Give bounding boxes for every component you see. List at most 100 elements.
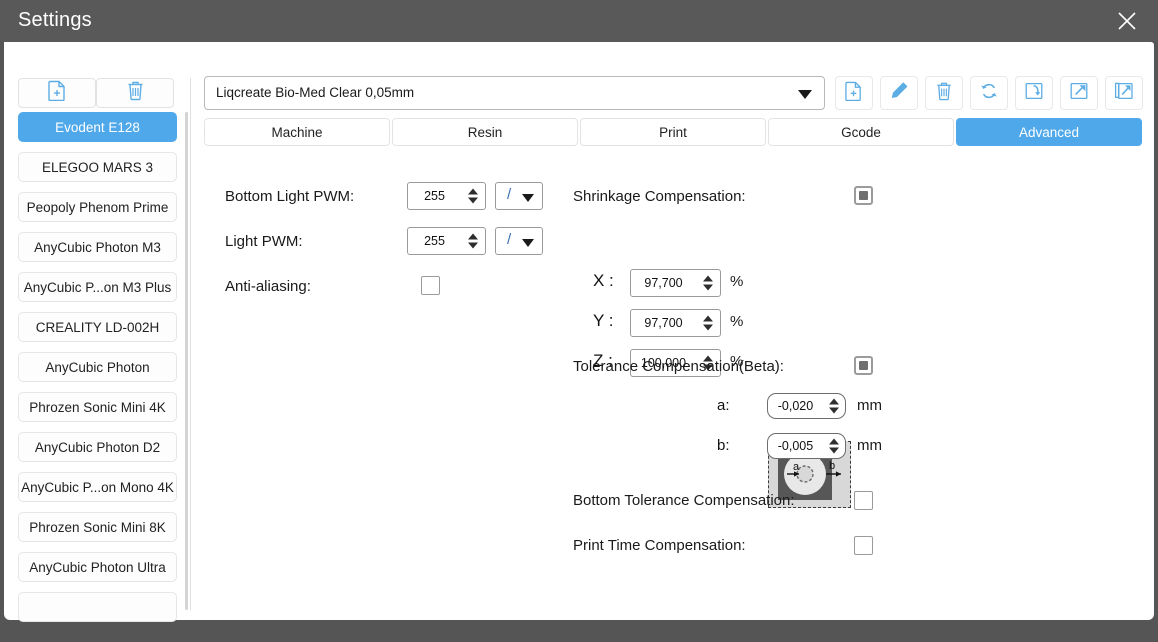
tolerance-a-stepper[interactable]: [829, 398, 839, 414]
tolerance-b-input[interactable]: -0,005: [767, 433, 846, 459]
settings-panel: Liqcreate Bio-Med Clear 0,05mm Machine R…: [190, 42, 1154, 620]
bottom-light-pwm-unit-select[interactable]: /: [495, 182, 543, 210]
bottom-tolerance-compensation-label: Bottom Tolerance Compensation:: [573, 492, 795, 509]
sidebar-item-printer[interactable]: AnyCubic P...on M3 Plus: [18, 272, 177, 302]
new-printer-button[interactable]: [18, 78, 96, 108]
anti-aliasing-checkbox[interactable]: [421, 276, 440, 295]
refresh-resin-button[interactable]: [970, 76, 1008, 110]
resin-profile-select[interactable]: Liqcreate Bio-Med Clear 0,05mm: [204, 76, 825, 110]
import-resin-button[interactable]: [1015, 76, 1053, 110]
window-title: Settings: [18, 9, 92, 31]
chevron-down-icon: [829, 407, 839, 414]
trash-icon: [126, 80, 145, 106]
printer-item-label: Phrozen Sonic Mini 8K: [29, 519, 166, 535]
bottom-light-pwm-value: 255: [424, 189, 445, 203]
resin-profile-value: Liqcreate Bio-Med Clear 0,05mm: [216, 85, 415, 100]
light-pwm-label: Light PWM:: [225, 233, 303, 250]
shrinkage-x-label: X :: [593, 271, 614, 290]
chevron-down-icon: [703, 284, 713, 291]
tab-machine[interactable]: Machine: [204, 118, 390, 146]
shrinkage-x-value: 97,700: [644, 276, 683, 290]
printer-list-panel: Evodent E128 ELEGOO MARS 3 Peopoly Pheno…: [4, 42, 189, 622]
printer-item-label: Evodent E128: [55, 119, 140, 135]
sidebar-item-printer[interactable]: [18, 592, 177, 622]
bottom-light-pwm-input[interactable]: 255: [407, 182, 486, 210]
export-multiple-icon: [1114, 81, 1134, 106]
new-resin-button[interactable]: [835, 76, 873, 110]
close-icon[interactable]: [1096, 0, 1158, 42]
refresh-icon: [979, 81, 999, 106]
tolerance-a-value: -0,020: [777, 399, 814, 413]
tab-advanced[interactable]: Advanced: [956, 118, 1142, 146]
shrinkage-y-input[interactable]: 97,700: [630, 309, 721, 337]
anti-aliasing-label: Anti-aliasing:: [225, 278, 311, 295]
chevron-up-icon: [468, 233, 478, 240]
tab-label: Advanced: [1018, 124, 1080, 140]
tolerance-a-input[interactable]: -0,020: [767, 393, 846, 419]
settings-window: Settings Evodent E128 ELEGOO MARS 3 Peop…: [0, 0, 1158, 642]
sidebar-item-printer[interactable]: CREALITY LD-002H: [18, 312, 177, 342]
sidebar-item-printer[interactable]: AnyCubic Photon M3: [18, 232, 177, 262]
light-pwm-value: 255: [424, 234, 445, 248]
shrinkage-x-stepper[interactable]: [703, 275, 713, 291]
delete-resin-button[interactable]: [925, 76, 963, 110]
light-pwm-stepper[interactable]: [468, 233, 478, 249]
file-plus-icon: [845, 81, 863, 106]
export-all-button[interactable]: [1105, 76, 1143, 110]
printer-item-label: AnyCubic Photon M3: [34, 239, 161, 255]
svg-text:a: a: [793, 461, 800, 473]
printer-item-label: Peopoly Phenom Prime: [26, 199, 169, 215]
export-resin-button[interactable]: [1060, 76, 1098, 110]
sidebar-item-printer[interactable]: Peopoly Phenom Prime: [18, 192, 177, 222]
chevron-down-icon: [703, 324, 713, 331]
chevron-down-icon: [468, 242, 478, 249]
chevron-up-icon: [468, 188, 478, 195]
tolerance-b-stepper[interactable]: [829, 438, 839, 454]
import-arrow-icon: [1024, 81, 1044, 106]
light-pwm-unit-select[interactable]: /: [495, 227, 543, 255]
printer-list-scrollbar-thumb[interactable]: [185, 112, 188, 610]
printer-item-label: AnyCubic Photon: [45, 359, 150, 375]
printer-item-label: ELEGOO MARS 3: [41, 159, 154, 175]
bottom-light-pwm-label: Bottom Light PWM:: [225, 188, 355, 205]
sidebar-item-printer[interactable]: AnyCubic Photon D2: [18, 432, 177, 462]
tolerance-compensation-checkbox[interactable]: [854, 356, 873, 375]
bottom-tolerance-compensation-checkbox[interactable]: [854, 491, 873, 510]
tab-label: Resin: [467, 124, 503, 140]
chevron-up-icon: [703, 315, 713, 322]
shrinkage-compensation-checkbox[interactable]: [854, 186, 873, 205]
edit-resin-button[interactable]: [880, 76, 918, 110]
shrinkage-y-unit: %: [730, 313, 744, 330]
chevron-down-icon: [522, 194, 534, 202]
tab-label: Machine: [271, 124, 323, 140]
tolerance-b-unit: mm: [857, 437, 882, 454]
bottom-light-pwm-unit-value: /: [507, 186, 512, 203]
bottom-light-pwm-stepper[interactable]: [468, 188, 478, 204]
sidebar-item-printer[interactable]: Phrozen Sonic Mini 4K: [18, 392, 177, 422]
printer-item-label: AnyCubic Photon D2: [34, 439, 161, 455]
tab-resin[interactable]: Resin: [392, 118, 578, 146]
tab-print[interactable]: Print: [580, 118, 766, 146]
chevron-down-icon: [468, 197, 478, 204]
sidebar-item-printer[interactable]: AnyCubic P...on Mono 4K: [18, 472, 177, 502]
print-time-compensation-checkbox[interactable]: [854, 536, 873, 555]
sidebar-item-printer[interactable]: Phrozen Sonic Mini 8K: [18, 512, 177, 542]
sidebar-item-printer[interactable]: AnyCubic Photon: [18, 352, 177, 382]
sidebar-item-printer[interactable]: AnyCubic Photon Ultra: [18, 552, 177, 582]
chevron-down-icon: [798, 90, 812, 99]
sidebar-item-printer[interactable]: Evodent E128: [18, 112, 177, 142]
shrinkage-compensation-label: Shrinkage Compensation:: [573, 188, 746, 205]
tolerance-a-unit: mm: [857, 397, 882, 414]
light-pwm-input[interactable]: 255: [407, 227, 486, 255]
sidebar-item-printer[interactable]: ELEGOO MARS 3: [18, 152, 177, 182]
chevron-up-icon: [829, 438, 839, 445]
tolerance-b-value: -0,005: [777, 439, 814, 453]
pencil-icon: [890, 81, 909, 105]
tab-gcode[interactable]: Gcode: [768, 118, 954, 146]
chevron-down-icon: [522, 239, 534, 247]
delete-printer-button[interactable]: [96, 78, 174, 108]
printer-item-label: AnyCubic Photon Ultra: [29, 559, 166, 575]
file-plus-icon: [47, 80, 67, 106]
shrinkage-x-input[interactable]: 97,700: [630, 269, 721, 297]
shrinkage-y-stepper[interactable]: [703, 315, 713, 331]
